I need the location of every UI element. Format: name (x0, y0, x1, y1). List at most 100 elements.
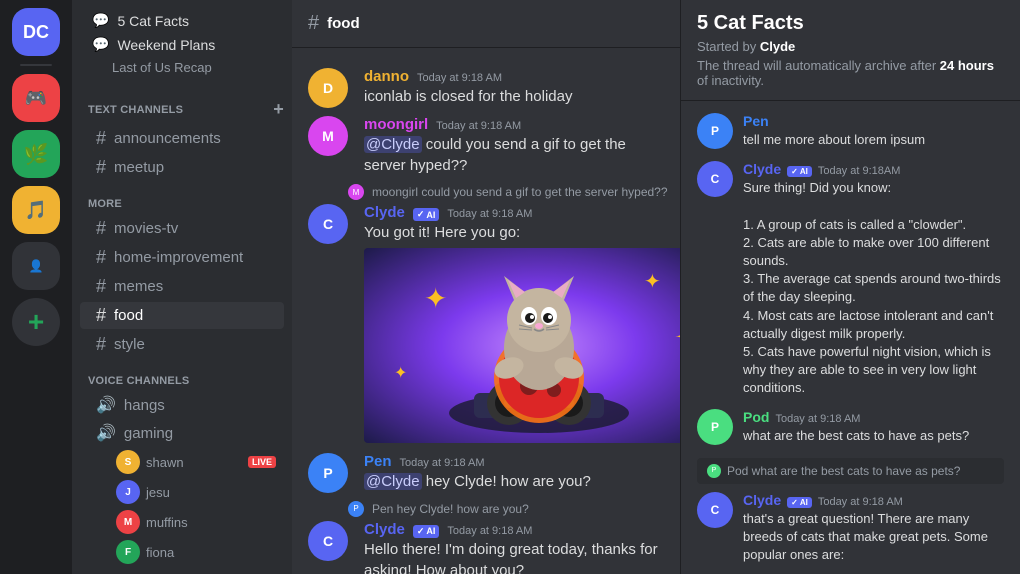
message-timestamp: Today at 9:18 AM (417, 72, 502, 84)
mention: @Clyde (364, 136, 422, 153)
message-content: Clyde ✓ AI Today at 9:18 AM You got it! … (364, 204, 664, 443)
message-group: C Clyde ✓ AI Today at 9:18 AM Hello ther… (292, 521, 680, 574)
channel-name-header: food (327, 15, 359, 32)
channel-movies-tv[interactable]: # movies-tv (80, 215, 284, 242)
server-icon-4[interactable]: 🎵 (12, 186, 60, 234)
avatar: P (697, 113, 733, 149)
hash-icon: # (96, 276, 106, 297)
avatar: C (308, 521, 348, 561)
message-text: @Clyde could you send a gif to get the s… (364, 135, 664, 176)
thread-message-header: Clyde ✓ AI Today at 9:18 AM (743, 492, 1004, 508)
thread-message-header: Pod Today at 9:18 AM (743, 409, 1004, 425)
speaker-icon: 🔊 (96, 423, 116, 443)
server-icon-3[interactable]: 🌿 (12, 130, 60, 178)
message-timestamp: Today at 9:18 AM (447, 208, 532, 220)
message-timestamp: Today at 9:18 AM (400, 457, 485, 469)
hash-icon: # (96, 305, 106, 326)
channel-meetup[interactable]: # meetup (80, 154, 284, 181)
voice-user-jesu[interactable]: J jesu (80, 478, 284, 506)
message-username[interactable]: Clyde (364, 204, 405, 221)
avatar: C (697, 492, 733, 528)
reply-text: Pen hey Clyde! how are you? (372, 502, 529, 516)
thread-meta: Started by Clyde (697, 39, 1004, 54)
thread-message-text: that's a great question! There are many … (743, 510, 1004, 574)
voice-user-fiona[interactable]: F fiona (80, 538, 284, 566)
server-icon-1[interactable]: DC (12, 8, 60, 56)
channel-home-improvement[interactable]: # home-improvement (80, 244, 284, 271)
channel-sidebar: 💬 5 Cat Facts 💬 Weekend Plans Last of Us… (72, 0, 292, 574)
server-icon-add[interactable]: + (12, 298, 60, 346)
message-header: Clyde ✓ AI Today at 9:18 AM (364, 521, 664, 538)
message-username[interactable]: danno (364, 68, 409, 85)
thread-message-username[interactable]: Pen (743, 113, 769, 129)
bot-badge: ✓ AI (787, 497, 812, 508)
thread-message-username[interactable]: Pod (743, 409, 769, 425)
reply-avatar: M (348, 184, 364, 200)
channel-food[interactable]: # food (80, 302, 284, 329)
message-content: Pen Today at 9:18 AM @Clyde hey Clyde! h… (364, 453, 664, 493)
channel-hash-header: # (308, 12, 319, 35)
reply-text: moongirl could you send a gif to get the… (372, 185, 668, 199)
thread-archive-note: The thread will automatically archive af… (697, 58, 1004, 88)
thread-archive-time: 24 hours (940, 58, 994, 73)
server-bar: DC 🎮 🌿 🎵 👤 + (0, 0, 72, 574)
message-content: moongirl Today at 9:18 AM @Clyde could y… (364, 116, 664, 176)
text-channels-header[interactable]: TEXT CHANNELS + (72, 83, 292, 124)
checkmark-icon: ✓ (417, 209, 425, 220)
message-group: D danno Today at 9:18 AM iconlab is clos… (292, 64, 680, 112)
server-icon-2[interactable]: 🎮 (12, 74, 60, 122)
message-username[interactable]: Clyde (364, 521, 405, 538)
thread-message-list: P Pen tell me more about lorem ipsum C C… (681, 101, 1020, 574)
thread-item-lastofus[interactable]: Last of Us Recap (80, 57, 284, 78)
avatar: C (697, 161, 733, 197)
reply-preview: M moongirl could you send a gif to get t… (292, 184, 680, 200)
server-icon-5[interactable]: 👤 (12, 242, 60, 290)
avatar: P (308, 453, 348, 493)
message-content: Clyde ✓ AI Today at 9:18 AM Hello there!… (364, 521, 664, 574)
thread-message-timestamp: Today at 9:18AM (818, 165, 901, 177)
thread-message-username[interactable]: Clyde (743, 492, 781, 508)
thread-message-text: tell me more about lorem ipsum (743, 131, 1004, 149)
svg-text:✦: ✦ (644, 271, 661, 293)
thread-reply-preview: P Pod what are the best cats to have as … (697, 458, 1004, 484)
thread-title: 5 Cat Facts (697, 12, 1004, 35)
avatar: D (308, 68, 348, 108)
channel-announcements[interactable]: # announcements (80, 125, 284, 152)
message-username[interactable]: Pen (364, 453, 392, 470)
message-text: iconlab is closed for the holiday (364, 87, 664, 108)
main-chat: # food D danno Today at 9:18 AM iconlab … (292, 0, 680, 574)
thread-message-username[interactable]: Clyde (743, 161, 781, 177)
message-text: Hello there! I'm doing great today, than… (364, 540, 664, 574)
checkmark-icon: ✓ (791, 167, 798, 176)
avatar: F (116, 540, 140, 564)
avatar: M (308, 116, 348, 156)
thread-panel: 5 Cat Facts Started by Clyde The thread … (680, 0, 1020, 574)
voice-channel-gaming[interactable]: 🔊 gaming (80, 420, 284, 446)
thread-item-weekend[interactable]: 💬 Weekend Plans (80, 33, 284, 56)
message-text: @Clyde hey Clyde! how are you? (364, 472, 664, 493)
thread-message-header: Clyde ✓ AI Today at 9:18AM (743, 161, 1004, 177)
hash-icon: # (96, 334, 106, 355)
voice-user-shawn[interactable]: S shawn LIVE (80, 448, 284, 476)
voice-user-muffins[interactable]: M muffins (80, 508, 284, 536)
voice-channel-hangs[interactable]: 🔊 hangs (80, 392, 284, 418)
thread-message-timestamp: Today at 9:18 AM (818, 496, 903, 508)
checkmark-icon: ✓ (417, 526, 425, 537)
thread-item-cat-facts[interactable]: 💬 5 Cat Facts (80, 9, 284, 32)
thread-message-content: Clyde ✓ AI Today at 9:18AM Sure thing! D… (743, 161, 1004, 397)
svg-text:✦: ✦ (674, 319, 680, 355)
voice-channels-header[interactable]: VOICE CHANNELS (72, 359, 292, 391)
message-header: Pen Today at 9:18 AM (364, 453, 664, 470)
message-timestamp: Today at 9:18 AM (436, 120, 521, 132)
live-badge: LIVE (248, 456, 276, 468)
message-username[interactable]: moongirl (364, 116, 428, 133)
message-content: danno Today at 9:18 AM iconlab is closed… (364, 68, 664, 108)
more-channels-header[interactable]: MORE (72, 182, 292, 214)
mention: @Clyde (364, 473, 422, 490)
channel-memes[interactable]: # memes (80, 273, 284, 300)
channel-style[interactable]: # style (80, 331, 284, 358)
checkmark-icon: ✓ (791, 498, 798, 507)
message-header: Clyde ✓ AI Today at 9:18 AM (364, 204, 664, 221)
thread-message-content: Pod Today at 9:18 AM what are the best c… (743, 409, 1004, 445)
avatar: P (697, 409, 733, 445)
